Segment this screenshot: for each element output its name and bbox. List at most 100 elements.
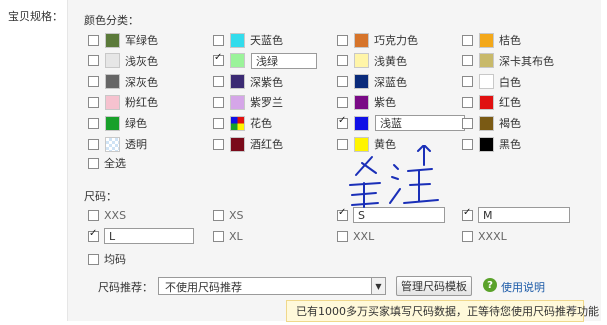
size-remark-input[interactable]: M (478, 207, 570, 223)
color-swatch (230, 94, 245, 110)
checkbox[interactable] (88, 228, 99, 242)
color-option[interactable]: 粉红色 (88, 94, 158, 110)
checkbox[interactable] (213, 52, 224, 67)
checkbox[interactable] (213, 96, 224, 108)
color-label: 深蓝色 (374, 75, 407, 89)
color-option[interactable]: 浅蓝 (337, 115, 465, 132)
color-label: 天蓝色 (250, 34, 283, 47)
checkbox[interactable] (88, 157, 99, 169)
color-label: 浅黄色 (374, 54, 407, 68)
size-recommend-label: 尺码推荐： (98, 281, 153, 294)
color-option[interactable]: 浅灰色 (88, 53, 158, 69)
checkbox[interactable] (213, 138, 224, 150)
color-option[interactable]: 天蓝色 (213, 32, 283, 48)
checkbox[interactable] (88, 55, 99, 67)
color-option[interactable]: 军绿色 (88, 32, 158, 48)
help-icon[interactable]: ? (483, 278, 497, 292)
chevron-down-icon[interactable]: ▼ (371, 278, 385, 294)
color-swatch (230, 53, 245, 69)
color-label: 巧克力色 (374, 34, 418, 47)
spec-label: 宝贝规格： (8, 10, 63, 23)
color-swatch (479, 136, 494, 152)
color-option[interactable]: 浅黄色 (337, 53, 407, 69)
checkbox[interactable] (88, 209, 99, 221)
size-section-title: 尺码： (84, 190, 117, 203)
size-option[interactable]: XL (213, 228, 243, 244)
help-link[interactable]: 使用说明 (501, 279, 545, 295)
color-label: 酒红色 (250, 138, 283, 151)
checkbox[interactable] (462, 76, 473, 88)
color-swatch (230, 74, 245, 90)
checkbox[interactable] (462, 34, 473, 46)
checkbox[interactable] (213, 76, 224, 88)
checkbox[interactable] (88, 117, 99, 129)
color-label: 粉红色 (125, 96, 158, 110)
size-option[interactable]: XXS (88, 207, 126, 223)
color-swatch (354, 32, 369, 48)
select-value: 不使用尺码推荐 (165, 281, 242, 294)
checkbox[interactable] (88, 138, 99, 150)
close-icon[interactable]: ✕ (568, 303, 577, 316)
color-option[interactable]: 巧克力色 (337, 32, 418, 48)
checkbox[interactable] (88, 34, 99, 46)
checkbox[interactable] (462, 207, 473, 221)
checkbox[interactable] (337, 96, 348, 108)
color-swatch (105, 136, 120, 152)
size-option[interactable]: M (462, 207, 570, 223)
color-label: 军绿色 (125, 34, 158, 47)
size-remark-input[interactable]: L (104, 228, 194, 244)
color-option[interactable]: 深灰色 (88, 74, 158, 90)
checkbox[interactable] (337, 34, 348, 46)
color-option[interactable]: 褐色 (462, 115, 521, 131)
checkbox[interactable] (88, 253, 99, 265)
checkbox[interactable] (213, 34, 224, 46)
size-option[interactable]: XXXL (462, 228, 507, 244)
checkbox[interactable] (462, 55, 473, 67)
size-label: XXS (104, 208, 127, 222)
color-option[interactable]: 酒红色 (213, 136, 283, 152)
checkbox[interactable] (88, 76, 99, 88)
color-remark-input[interactable]: 浅蓝 (375, 115, 465, 132)
checkbox[interactable] (213, 209, 224, 221)
color-option[interactable]: 花色 (213, 115, 272, 131)
color-swatch (105, 53, 120, 69)
checkbox[interactable] (462, 138, 473, 150)
color-option[interactable]: 紫色 (337, 94, 396, 110)
checkbox[interactable] (462, 117, 473, 129)
color-option[interactable]: 绿色 (88, 115, 147, 131)
checkbox[interactable] (337, 76, 348, 88)
size-recommend-select[interactable]: 不使用尺码推荐 ▼ (158, 277, 386, 295)
checkbox[interactable] (337, 115, 348, 129)
color-option[interactable]: 白色 (462, 74, 521, 90)
checkbox[interactable] (337, 230, 348, 242)
color-option[interactable]: 深蓝色 (337, 74, 407, 90)
checkbox[interactable] (462, 96, 473, 108)
color-option[interactable]: 深卡其布色 (462, 53, 554, 69)
color-option[interactable]: 浅绿 (213, 52, 317, 69)
size-label: XXL (353, 229, 375, 243)
color-option[interactable]: 紫罗兰 (213, 94, 283, 110)
color-remark-input[interactable]: 浅绿 (251, 52, 317, 69)
color-option[interactable]: 黑色 (462, 136, 521, 152)
checkbox[interactable] (213, 230, 224, 242)
color-option[interactable]: 深紫色 (213, 74, 283, 90)
checkbox[interactable] (213, 117, 224, 129)
color-label: 黑色 (499, 138, 521, 151)
color-swatch (105, 115, 120, 131)
size-uniform[interactable]: 均码 (88, 251, 126, 267)
size-option[interactable]: L (88, 228, 194, 244)
size-option[interactable]: XS (213, 207, 244, 223)
color-option[interactable]: 透明 (88, 136, 147, 152)
color-label: 透明 (125, 138, 147, 151)
size-label: XS (229, 208, 244, 222)
checkbox[interactable] (462, 230, 473, 242)
manage-size-template-button[interactable]: 管理尺码模板 (396, 276, 472, 296)
checkbox[interactable] (88, 96, 99, 108)
size-option[interactable]: XXL (337, 228, 374, 244)
color-option[interactable]: 红色 (462, 94, 521, 110)
color-label: 褐色 (499, 117, 521, 131)
checkbox[interactable] (337, 55, 348, 67)
color-select-all[interactable]: 全选 (88, 155, 126, 171)
color-swatch (354, 74, 369, 90)
color-option[interactable]: 桔色 (462, 32, 521, 48)
